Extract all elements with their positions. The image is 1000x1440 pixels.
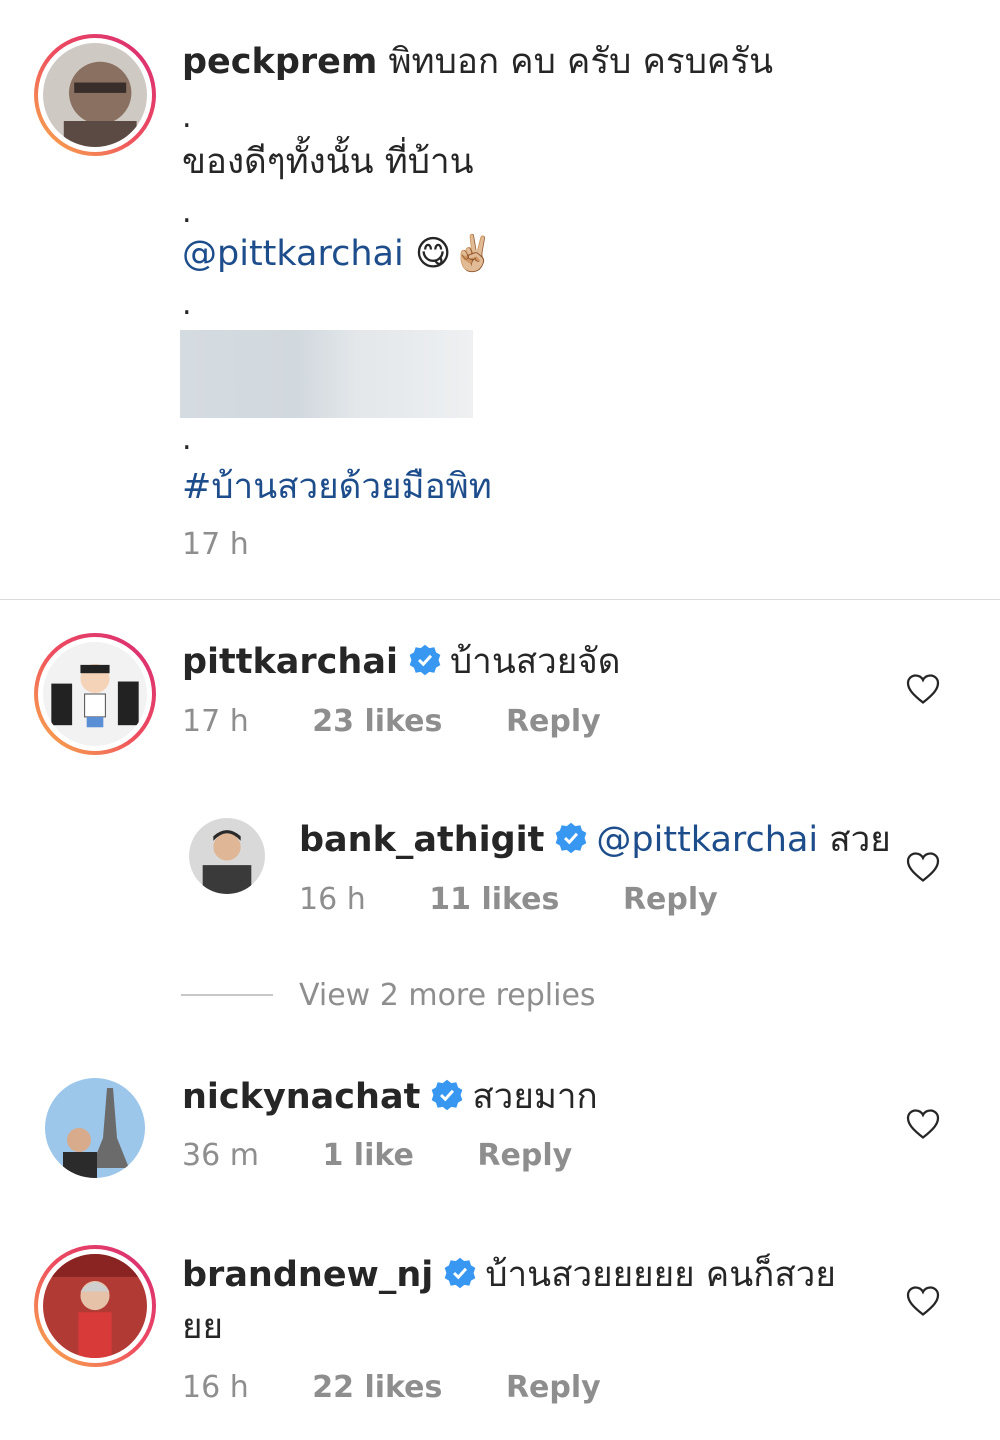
likes-count[interactable]: 1 like	[322, 1138, 413, 1173]
comment-text: บ้านสวยยยยย คนก็สวย	[485, 1255, 836, 1295]
verified-badge-icon	[556, 822, 587, 854]
verified-badge-icon	[445, 1257, 476, 1289]
blurred-region	[180, 330, 473, 418]
caption-dot: .	[182, 195, 192, 230]
likes-count[interactable]: 22 likes	[312, 1370, 442, 1405]
avatar-pittkarchai[interactable]	[34, 633, 156, 755]
avatar-brandnew-nj[interactable]	[34, 1245, 156, 1367]
avatar-image	[43, 43, 147, 147]
comment-username[interactable]: pittkarchai	[182, 642, 398, 682]
caption-line-2: ของดีๆทั้งนั้น ที่บ้าน	[182, 142, 474, 182]
avatar-image	[43, 1254, 147, 1358]
mention-link[interactable]: @pittkarchai	[182, 234, 404, 274]
comment-text: สวยมาก	[472, 1077, 598, 1117]
avatar-nickynachat[interactable]	[45, 1078, 145, 1178]
comment-time: 16 h	[299, 882, 366, 917]
comment-2-meta: 16 h 11 likes Reply	[299, 882, 718, 917]
reply-button[interactable]: Reply	[506, 1370, 601, 1405]
likes-count[interactable]: 23 likes	[312, 704, 442, 739]
avatar-image	[43, 642, 147, 746]
comment-1-meta: 17 h 23 likes Reply	[182, 704, 601, 739]
verified-badge-icon	[432, 1079, 463, 1111]
caption-dot: .	[182, 100, 192, 135]
avatar-image	[45, 1078, 145, 1178]
caption-text: พิทบอก คบ ครับ ครบครัน	[388, 42, 774, 82]
comment-4-meta: 16 h 22 likes Reply	[182, 1370, 601, 1405]
caption-mention-line: @pittkarchai 😋✌🏼	[182, 232, 495, 276]
heart-outline-icon[interactable]	[905, 1106, 941, 1142]
caption-dot: .	[182, 287, 192, 322]
comment-time: 36 m	[182, 1138, 259, 1173]
comment-text: บ้านสวยจัด	[449, 642, 621, 682]
verified-badge-icon	[409, 644, 441, 676]
post-time: 17 h	[182, 527, 249, 562]
comment-3-line: nickynachat สวยมาก	[182, 1075, 598, 1119]
mention-link[interactable]: @pittkarchai	[596, 820, 818, 860]
view-more-replies-button[interactable]: View 2 more replies	[299, 978, 596, 1013]
comment-time: 17 h	[182, 704, 249, 739]
comment-username[interactable]: bank_athigit	[299, 820, 544, 860]
reply-button[interactable]: Reply	[506, 704, 601, 739]
comment-time: 16 h	[182, 1370, 249, 1405]
avatar-bank-athigit[interactable]	[189, 818, 265, 894]
emoji: 😋✌🏼	[414, 234, 495, 274]
comment-3-meta: 36 m 1 like Reply	[182, 1138, 572, 1173]
divider	[0, 599, 1000, 600]
reply-button[interactable]: Reply	[477, 1138, 572, 1173]
heart-outline-icon[interactable]	[905, 671, 941, 707]
caption-dot: .	[182, 422, 192, 457]
view-replies-line	[181, 994, 273, 996]
heart-outline-icon[interactable]	[905, 1283, 941, 1319]
post-username[interactable]: peckprem	[182, 42, 377, 82]
comment-2-line: bank_athigit @pittkarchai สวย	[299, 818, 891, 862]
avatar-image	[189, 818, 265, 894]
comment-1-line: pittkarchai บ้านสวยจัด	[182, 640, 621, 684]
hashtag-link[interactable]: #บ้านสวยด้วยมือพิท	[182, 465, 492, 509]
caption-line-1: peckprem พิทบอก คบ ครับ ครบครัน	[182, 40, 773, 84]
comment-4-line: brandnew_nj บ้านสวยยยยย คนก็สวย	[182, 1253, 836, 1297]
comment-username[interactable]: brandnew_nj	[182, 1255, 433, 1295]
likes-count[interactable]: 11 likes	[429, 882, 559, 917]
comment-text: สวย	[829, 820, 891, 860]
avatar-peckprem[interactable]	[34, 34, 156, 156]
comment-username[interactable]: nickynachat	[182, 1077, 420, 1117]
comment-4-text-wrap: ยย	[182, 1307, 224, 1347]
reply-button[interactable]: Reply	[623, 882, 718, 917]
heart-outline-icon[interactable]	[905, 849, 941, 885]
